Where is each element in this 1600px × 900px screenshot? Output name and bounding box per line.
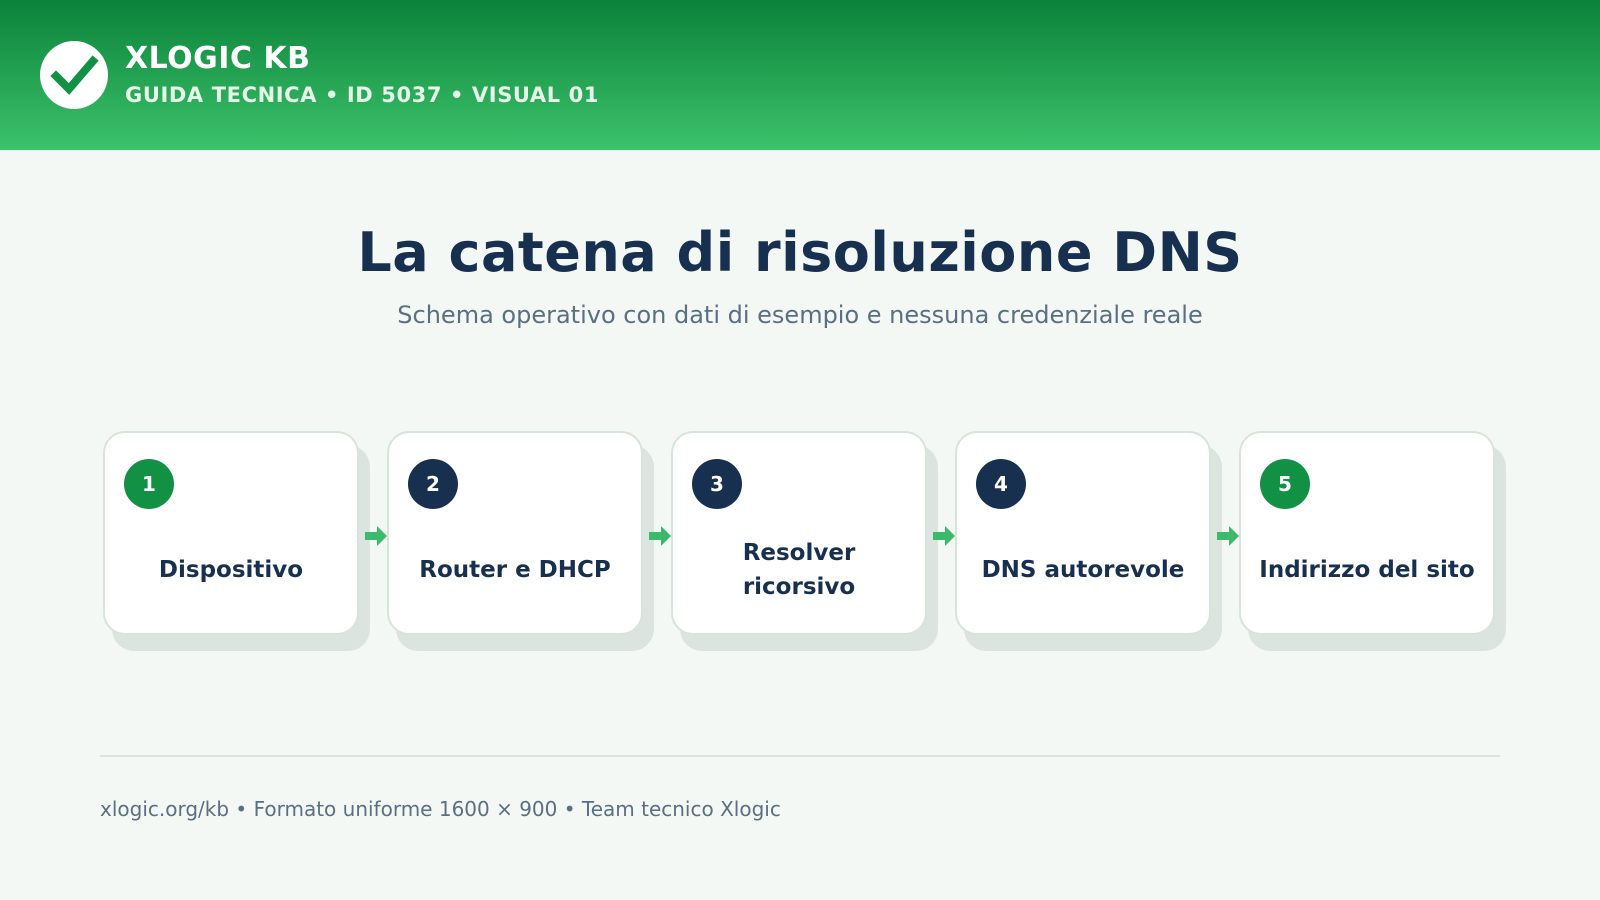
step-number-badge: 4 bbox=[976, 459, 1026, 509]
footer-divider bbox=[100, 755, 1500, 757]
brand-subtitle: GUIDA TECNICA • ID 5037 • VISUAL 01 bbox=[125, 83, 600, 107]
step-card: 2 Router e DHCP bbox=[387, 431, 643, 635]
arrow-right-icon bbox=[933, 526, 955, 546]
step-number-badge: 3 bbox=[692, 459, 742, 509]
step-number-badge: 1 bbox=[124, 459, 174, 509]
arrow-right-icon bbox=[649, 526, 671, 546]
step-card: 5 Indirizzo del sito bbox=[1239, 431, 1495, 635]
step-label: DNS autorevole bbox=[981, 557, 1185, 583]
arrow-right-icon bbox=[365, 526, 387, 546]
footer-text: xlogic.org/kb • Formato uniforme 1600 × … bbox=[100, 797, 781, 821]
step-label: Resolver ricorsivo bbox=[742, 540, 856, 600]
step-card: 4 DNS autorevole bbox=[955, 431, 1211, 635]
arrow-right-icon bbox=[1217, 526, 1239, 546]
step-label: Indirizzo del sito bbox=[1259, 557, 1475, 583]
logo bbox=[40, 41, 108, 109]
step-label: Router e DHCP bbox=[419, 557, 611, 583]
step-card: 3 Resolver ricorsivo bbox=[671, 431, 927, 635]
step-card: 1 Dispositivo bbox=[103, 431, 359, 635]
header-banner: XLOGIC KB GUIDA TECNICA • ID 5037 • VISU… bbox=[0, 0, 1600, 150]
check-icon bbox=[50, 55, 99, 95]
page-subtitle: Schema operativo con dati di esempio e n… bbox=[397, 301, 1203, 329]
brand-name: XLOGIC KB bbox=[125, 41, 311, 76]
step-label: Dispositivo bbox=[158, 557, 304, 583]
step-number-badge: 5 bbox=[1260, 459, 1310, 509]
step-number-badge: 2 bbox=[408, 459, 458, 509]
page-title: La catena di risoluzione DNS bbox=[357, 221, 1243, 284]
